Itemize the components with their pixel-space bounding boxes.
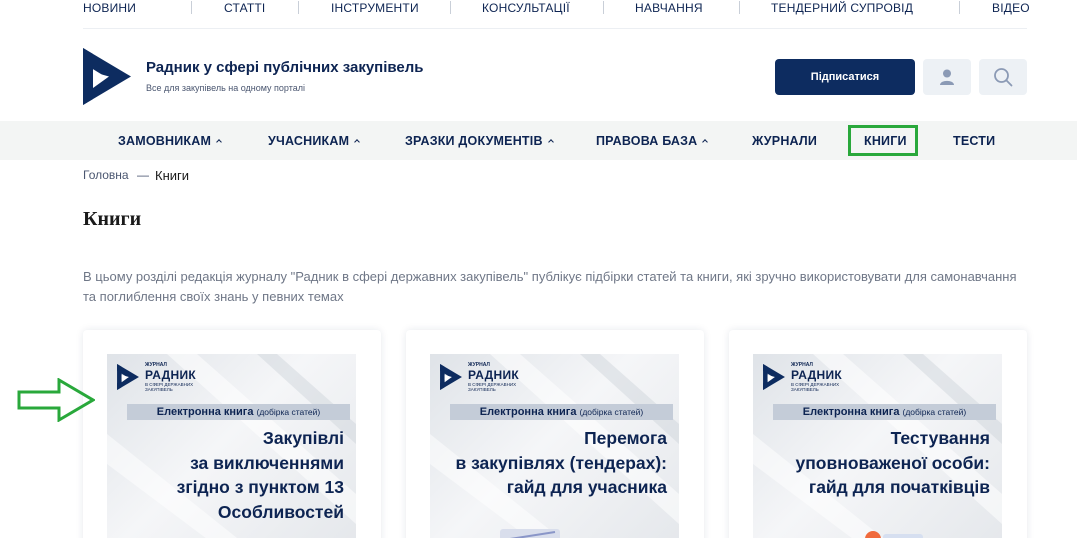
breadcrumb-current: Книги — [155, 168, 190, 183]
book-cover[interactable]: ЖУРНАЛ РАДНИК В СФЕРІ ДЕРЖАВНИХ ЗАКУПІВЕ… — [753, 354, 1002, 538]
book-title: Перемога в закупівлях (тендерах): гайд д… — [455, 428, 667, 497]
cover-logo-icon — [763, 364, 785, 390]
nav-item-legal-base[interactable]: ПРАВОВА БАЗА — [596, 121, 709, 160]
breadcrumb-home[interactable]: Головна — [83, 168, 129, 182]
page-title: Книги — [83, 208, 142, 230]
nav-item-document-templates[interactable]: ЗРАЗКИ ДОКУМЕНТІВ — [405, 121, 554, 160]
cover-badge-label: Електронна книга — [479, 406, 577, 418]
top-nav-separator — [739, 1, 740, 14]
cover-badge-label: Електронна книга — [156, 406, 254, 418]
top-nav-news[interactable]: НОВИНИ — [83, 1, 136, 15]
site-logo-icon[interactable] — [83, 48, 131, 105]
cover-brand-sub: В СФЕРІ ДЕРЖАВНИХ ЗАКУПІВЕЛЬ — [791, 382, 840, 392]
nav-item-label: ПРАВОВА БАЗА — [596, 133, 698, 148]
cover-logo-icon — [117, 364, 139, 390]
chevron-up-icon — [702, 139, 709, 145]
search-icon — [994, 68, 1013, 87]
cover-badge: Електронна книга (добірка статей) — [127, 404, 350, 420]
nav-item-participants[interactable]: УЧАСНИКАМ — [268, 121, 361, 160]
top-nav-separator — [191, 1, 192, 14]
nav-item-label: ЖУРНАЛИ — [752, 133, 818, 148]
top-nav-tools[interactable]: ІНСТРУМЕНТИ — [331, 1, 419, 15]
top-nav-separator — [959, 1, 960, 14]
nav-item-tests[interactable]: ТЕСТИ — [953, 121, 995, 160]
nav-item-customers[interactable]: ЗАМОВНИКАМ — [118, 121, 222, 160]
chevron-up-icon — [354, 139, 361, 145]
cover-badge-note: (добірка статей) — [256, 407, 321, 417]
page-intro: В цьому розділі редакція журналу "Радник… — [83, 269, 1017, 304]
cover-badge-label: Електронна книга — [802, 406, 900, 418]
book-title: Закупівлі за виключеннями згідно з пункт… — [176, 428, 344, 522]
annotation-arrow-icon — [17, 378, 95, 422]
cover-brand: РАДНИК — [468, 368, 520, 382]
cover-badge: Електронна книга (добірка статей) — [450, 404, 673, 420]
book-title: Тестування уповноваженої особи: гайд для… — [795, 428, 991, 497]
nav-item-label: ТЕСТИ — [953, 133, 996, 148]
top-nav-education[interactable]: НАВЧАННЯ — [635, 1, 703, 15]
top-nav-articles[interactable]: СТАТТІ — [224, 1, 265, 15]
cover-brand-sub: В СФЕРІ ДЕРЖАВНИХ ЗАКУПІВЕЛЬ — [468, 382, 517, 392]
nav-item-label: ЗРАЗКИ ДОКУМЕНТІВ — [405, 133, 543, 148]
cover-badge: Електронна книга (добірка статей) — [773, 404, 996, 420]
cover-badge-note: (добірка статей) — [579, 407, 644, 417]
book-cover[interactable]: ЖУРНАЛ РАДНИК В СФЕРІ ДЕРЖАВНИХ ЗАКУПІВЕ… — [430, 354, 679, 538]
nav-item-label: УЧАСНИКАМ — [268, 133, 350, 148]
nav-item-journals[interactable]: ЖУРНАЛИ — [752, 121, 817, 160]
chevron-up-icon — [547, 139, 554, 145]
top-divider — [83, 28, 1027, 29]
cover-brand: РАДНИК — [145, 368, 197, 382]
user-icon — [940, 69, 954, 85]
site-title[interactable]: Радник у сфері публічних закупівель — [146, 59, 424, 76]
cover-brand: РАДНИК — [791, 368, 843, 382]
cover-logo-icon — [440, 364, 462, 390]
top-nav-separator — [298, 1, 299, 14]
subscribe-button[interactable]: Підписатися — [775, 59, 915, 95]
cover-badge-note: (добірка статей) — [902, 407, 967, 417]
nav-item-label: ЗАМОВНИКАМ — [118, 133, 212, 148]
top-nav-tender-support[interactable]: ТЕНДЕРНИЙ СУПРОВІД — [771, 1, 913, 15]
search-button[interactable] — [979, 59, 1027, 95]
top-nav-video[interactable]: ВІДЕО — [992, 1, 1030, 15]
top-nav-separator — [450, 1, 451, 14]
top-navigation: НОВИНИ СТАТТІ ІНСТРУМЕНТИ КОНСУЛЬТАЦІЇ Н… — [0, 0, 1077, 16]
cover-brand-sub: В СФЕРІ ДЕРЖАВНИХ ЗАКУПІВЕЛЬ — [145, 382, 194, 392]
active-nav-highlight — [848, 125, 918, 156]
account-button[interactable] — [923, 59, 971, 95]
top-nav-consultations[interactable]: КОНСУЛЬТАЦІЇ — [482, 1, 570, 15]
book-card[interactable]: ЖУРНАЛ РАДНИК В СФЕРІ ДЕРЖАВНИХ ЗАКУПІВЕ… — [729, 330, 1027, 538]
book-card[interactable]: ЖУРНАЛ РАДНИК В СФЕРІ ДЕРЖАВНИХ ЗАКУПІВЕ… — [406, 330, 704, 538]
book-card[interactable]: ЖУРНАЛ РАДНИК В СФЕРІ ДЕРЖАВНИХ ЗАКУПІВЕ… — [83, 330, 381, 538]
site-tagline: Все для закупівель на одному порталі — [146, 83, 306, 93]
book-cover[interactable]: ЖУРНАЛ РАДНИК В СФЕРІ ДЕРЖАВНИХ ЗАКУПІВЕ… — [107, 354, 356, 538]
chevron-up-icon — [216, 139, 222, 145]
breadcrumb-separator: — — [137, 168, 149, 182]
top-nav-separator — [603, 1, 604, 14]
